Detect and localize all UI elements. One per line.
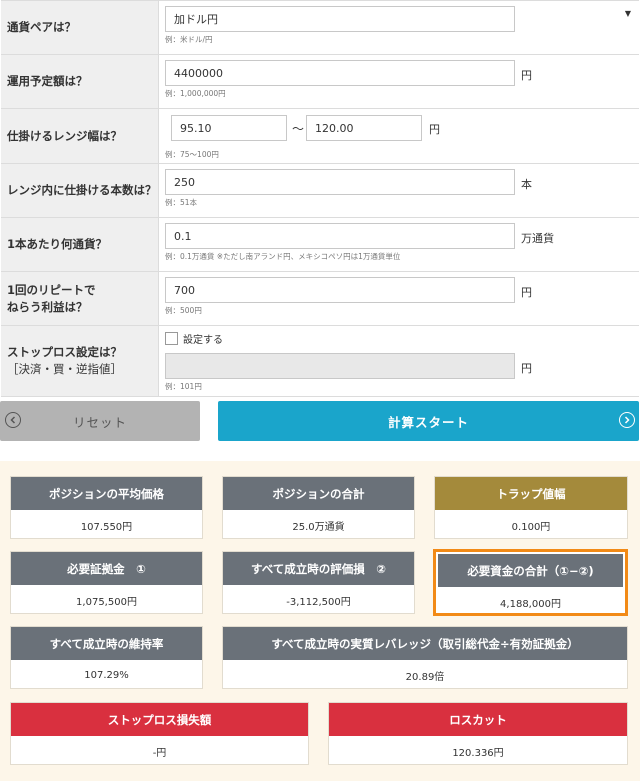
example-lot: 例：0.1万通貨 ※ただし南アランド円、メキシコペソ円は1万通貨単位 [165,252,401,261]
field-count: 250 本 例：51本 [159,164,639,217]
card-total-position-value: 25.0万通貨 [292,521,345,533]
row-stoploss: ストップロス設定は？ ［決済・買・逆指値］ 設定する 円 例：101円 [1,326,639,397]
calculate-label: 計算スタート [387,414,469,430]
profit-value: 700 [174,283,195,297]
row-currency-pair: 通貨ペアは？ 加ドル円 ▼ 例：米ドル/円 [1,0,639,55]
field-stoploss: 設定する 円 例：101円 [159,326,639,396]
card-required-funds-value: 4,188,000円 [500,598,561,610]
row-profit: 1回のリピートで ねらう利益は？ 700 円 例：500円 [1,272,639,326]
label-profit-line2: ねらう利益は？ [7,299,88,314]
row-count: レンジ内に仕掛ける本数は？ 250 本 例：51本 [1,164,639,218]
example-stoploss: 例：101円 [165,382,202,391]
calculator-form: 通貨ペアは？ 加ドル円 ▼ 例：米ドル/円 運用予定額は？ 4400000 円 … [1,0,639,397]
label-amount: 運用予定額は？ [1,55,159,108]
example-range: 例：75〜100円 [165,150,219,159]
card-losscut: ロスカット 120.336円 [328,702,628,765]
reset-label: リセット [72,414,127,430]
results-panel: ポジションの平均価格 107.550円 ポジションの合計 25.0万通貨 トラッ… [0,461,640,781]
amount-input[interactable]: 4400000 [165,60,515,86]
card-margin-title: 必要証拠金 ① [11,552,202,585]
row-lot: 1本あたり何通貨？ 0.1 万通貨 例：0.1万通貨 ※ただし南アランド円、メキ… [1,218,639,272]
currency-pair-select[interactable]: 加ドル円 ▼ [165,6,631,32]
card-stoploss-amount: ストップロス損失額 -円 [10,702,309,765]
chevron-left-icon [5,412,21,428]
amount-value: 4400000 [174,66,223,80]
example-amount: 例：1,000,000円 [165,89,226,98]
card-eval-loss-title: すべて成立時の評価損 ② [223,552,414,585]
card-margin-value: 1,075,500円 [76,596,137,608]
amount-unit: 円 [521,69,532,82]
row-amount: 運用予定額は？ 4400000 円 例：1,000,000円 [1,55,639,109]
card-maintenance-ratio-value: 107.29% [84,669,129,681]
range-unit: 円 [429,123,440,136]
card-leverage: すべて成立時の実質レバレッジ（取引総代金÷有効証拠金） 20.89倍 [222,626,628,689]
card-avg-price-title: ポジションの平均価格 [11,477,202,510]
stoploss-checkbox-row: 設定する [165,331,639,346]
field-lot: 0.1 万通貨 例：0.1万通貨 ※ただし南アランド円、メキシコペソ円は1万通貨… [159,218,639,271]
range-high-value: 120.00 [315,121,354,135]
card-avg-price-value: 107.550円 [80,521,133,533]
row-range: 仕掛けるレンジ幅は？ 95.10 〜 120.00 円 例：75〜100円 [1,109,639,164]
label-stoploss-line1: ストップロス設定は？ [7,345,122,359]
card-leverage-value: 20.89倍 [405,671,445,683]
stoploss-unit: 円 [521,362,532,375]
card-maintenance-ratio-title: すべて成立時の維持率 [11,627,202,660]
card-required-funds: 必要資金の合計（①−②) 4,188,000円 [433,549,628,616]
card-total-position-title: ポジションの合計 [223,477,414,510]
stoploss-input[interactable] [165,353,515,379]
label-stoploss: ストップロス設定は？ ［決済・買・逆指値］ [1,326,159,396]
calculate-button[interactable]: 計算スタート [218,401,639,441]
stoploss-checkbox[interactable] [165,331,178,345]
chevron-right-icon [619,412,635,428]
card-margin: 必要証拠金 ① 1,075,500円 [10,551,203,614]
label-count: レンジ内に仕掛ける本数は？ [1,164,159,217]
range-high-input[interactable]: 120.00 [306,115,422,141]
card-trap-width-title: トラップ値幅 [435,477,627,510]
field-range: 95.10 〜 120.00 円 例：75〜100円 [159,109,639,163]
field-profit: 700 円 例：500円 [159,272,639,325]
action-buttons: リセット 計算スタート [0,401,640,441]
card-trap-width: トラップ値幅 0.100円 [434,476,628,539]
label-stoploss-line2: ［決済・買・逆指値］ [7,362,122,376]
range-low-input[interactable]: 95.10 [171,115,287,141]
card-total-position: ポジションの合計 25.0万通貨 [222,476,415,539]
count-value: 250 [174,175,195,189]
label-range: 仕掛けるレンジ幅は？ [1,109,159,163]
field-amount: 4400000 円 例：1,000,000円 [159,55,639,108]
stoploss-checkbox-label: 設定する [183,334,223,346]
count-unit: 本 [521,178,532,191]
card-trap-width-value: 0.100円 [511,521,551,533]
card-eval-loss-value: -3,112,500円 [286,596,351,608]
card-avg-price: ポジションの平均価格 107.550円 [10,476,203,539]
range-separator: 〜 [292,122,305,136]
example-profit: 例：500円 [165,306,202,315]
card-stoploss-amount-value: -円 [152,747,167,759]
card-losscut-value: 120.336円 [452,747,504,759]
profit-input[interactable]: 700 [165,277,515,303]
label-lot: 1本あたり何通貨？ [1,218,159,271]
card-stoploss-amount-title: ストップロス損失額 [11,703,308,736]
card-required-funds-title: 必要資金の合計（①−②) [438,554,623,587]
card-eval-loss: すべて成立時の評価損 ② -3,112,500円 [222,551,415,614]
example-currency-pair: 例：米ドル/円 [165,35,213,44]
lot-input[interactable]: 0.1 [165,223,515,249]
card-leverage-title: すべて成立時の実質レバレッジ（取引総代金÷有効証拠金） [223,627,627,660]
count-input[interactable]: 250 [165,169,515,195]
label-profit-line1: 1回のリピートで [7,282,96,297]
lot-value: 0.1 [174,229,192,243]
example-count: 例：51本 [165,198,198,207]
currency-pair-value: 加ドル円 [174,13,218,26]
reset-button[interactable]: リセット [0,401,200,441]
card-losscut-title: ロスカット [329,703,627,736]
label-profit: 1回のリピートで ねらう利益は？ [1,272,159,325]
range-low-value: 95.10 [180,121,212,135]
lot-unit: 万通貨 [521,232,554,245]
card-maintenance-ratio: すべて成立時の維持率 107.29% [10,626,203,689]
profit-unit: 円 [521,286,532,299]
label-currency-pair: 通貨ペアは？ [1,1,159,54]
chevron-down-icon: ▼ [624,9,631,18]
field-currency-pair: 加ドル円 ▼ 例：米ドル/円 [159,1,639,54]
